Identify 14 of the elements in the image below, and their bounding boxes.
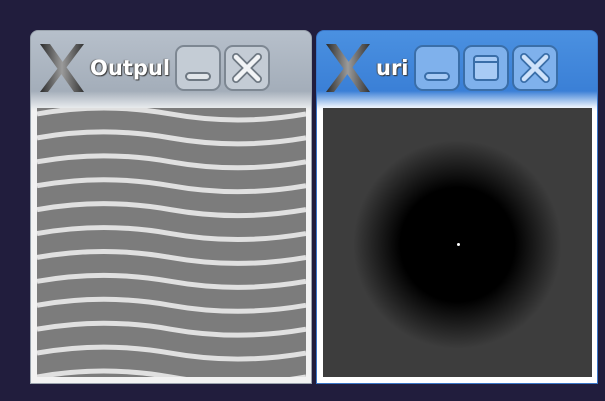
close-button[interactable] [512,45,558,91]
close-icon [232,53,262,83]
close-icon [520,53,550,83]
maximize-icon [470,53,501,83]
x-logo-icon [37,42,87,94]
window-title: Outpul [90,56,170,80]
close-button[interactable] [224,45,270,91]
maximize-button[interactable] [462,45,509,91]
minimize-icon [185,72,212,80]
minimize-icon [424,72,450,80]
minimize-button[interactable] [414,45,460,91]
x-logo-icon [323,42,373,94]
window-title: uri [376,56,409,80]
minimize-button[interactable] [175,45,222,91]
